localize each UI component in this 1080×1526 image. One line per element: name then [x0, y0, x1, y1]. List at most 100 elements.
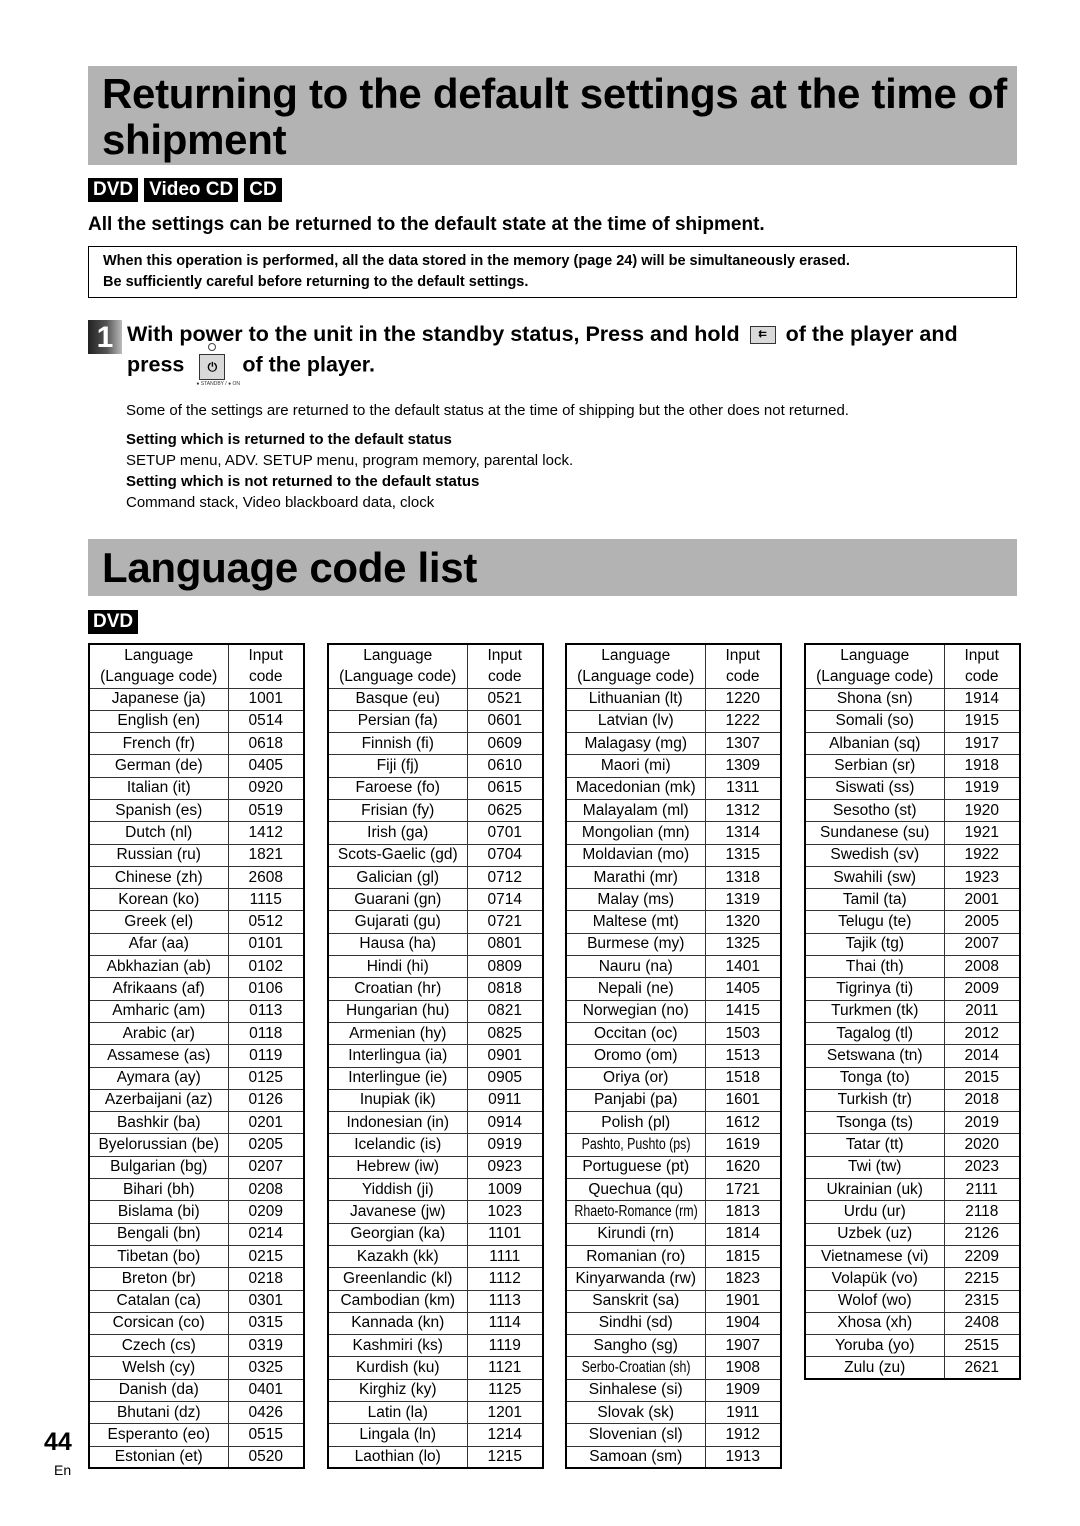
skip-back-button-icon: ⇇	[749, 326, 776, 345]
input-code-cell: 1901	[704, 1289, 782, 1313]
language-cell: Samoan (sm)	[565, 1445, 706, 1469]
language-cell: Aymara (ay)	[88, 1066, 229, 1090]
table-row: Slovenian (sl) 1912	[565, 1423, 782, 1447]
badge-dvd: DVD	[88, 610, 139, 634]
step-text: of the player.	[242, 352, 375, 377]
language-name: Finnish (fi)	[361, 734, 434, 752]
input-code-cell: 1119	[466, 1334, 544, 1358]
table-row: Serbo-Croatian (sh) 1908	[565, 1356, 782, 1380]
table-row: Amharic (am) 0113	[88, 999, 305, 1023]
table-row: Tibetan (bo) 0215	[88, 1244, 305, 1269]
language-cell: Afar (aa)	[88, 932, 229, 957]
table-row: Afrikaans (af) 0106	[88, 977, 305, 1001]
input-code-cell: 0209	[227, 1200, 305, 1224]
table-row: Byelorussian (be) 0205	[88, 1133, 305, 1157]
input-code-cell: 0125	[227, 1066, 305, 1090]
input-code-cell: 1114	[466, 1311, 544, 1336]
table-header-row: Language (Language code) Input code	[88, 643, 305, 689]
language-cell: Javanese (jw)	[327, 1200, 468, 1224]
language-cell: Korean (ko)	[88, 888, 229, 912]
language-cell: Norwegian (no)	[565, 999, 706, 1023]
language-name: Urdu (ur)	[843, 1202, 906, 1220]
warning-line: Be sufficiently careful before returning…	[103, 274, 529, 290]
language-name: Siswati (ss)	[835, 779, 915, 797]
language-cell: Scots-Gaelic (gd)	[327, 843, 468, 867]
table-row: Albanian (sq) 1917	[804, 732, 1021, 756]
table-row: Gujarati (gu) 0721	[327, 910, 544, 934]
language-name: Italian (it)	[126, 779, 191, 797]
language-name: Irish (ga)	[367, 823, 429, 841]
language-name: Welsh (cy)	[122, 1359, 196, 1377]
language-cell: Serbo-Croatian (sh)	[565, 1356, 706, 1380]
table-row: Bulgarian (bg) 0207	[88, 1155, 305, 1180]
language-name: Estonian (et)	[114, 1447, 203, 1465]
header-language-line2: (Language code)	[339, 668, 457, 686]
header-code-line2: code	[487, 668, 522, 686]
input-code-cell: 1513	[704, 1044, 782, 1068]
language-cell: Inupiak (ik)	[327, 1088, 468, 1113]
header-language-line1: Language	[124, 647, 194, 665]
language-name: Danish (da)	[118, 1381, 199, 1399]
language-cell: Byelorussian (be)	[88, 1133, 229, 1157]
language-name: Czech (cs)	[121, 1336, 196, 1354]
language-cell: Arabic (ar)	[88, 1021, 229, 1046]
table-row: Scots-Gaelic (gd) 0704	[327, 843, 544, 867]
language-cell: Malagasy (mg)	[565, 732, 706, 756]
language-cell: Chinese (zh)	[88, 865, 229, 890]
language-cell: Frisian (fy)	[327, 798, 468, 823]
language-name: German (de)	[114, 757, 203, 775]
header-language-line1: Language	[840, 647, 910, 665]
table-row: Bashkir (ba) 0201	[88, 1111, 305, 1135]
language-name: Quechua (qu)	[588, 1180, 684, 1198]
language-name: Kirghiz (ky)	[358, 1381, 437, 1399]
table-row: Catalan (ca) 0301	[88, 1289, 305, 1313]
input-code-cell: 0218	[227, 1267, 305, 1291]
table-header-row: Language (Language code) Input code	[327, 643, 544, 689]
language-name: Wolof (wo)	[837, 1292, 912, 1310]
language-name: Japanese (ja)	[111, 690, 206, 708]
language-name: Afar (aa)	[128, 935, 189, 953]
input-code-cell: 1121	[466, 1356, 544, 1380]
language-name: Twi (tw)	[848, 1158, 902, 1176]
language-name: Volapük (vo)	[831, 1269, 918, 1287]
input-code-cell: 1401	[704, 955, 782, 979]
table-row: Frisian (fy) 0625	[327, 798, 544, 823]
language-name: Slovenian (sl)	[588, 1425, 683, 1443]
input-code-cell: 0712	[466, 865, 544, 890]
language-name: Sangho (sg)	[593, 1336, 678, 1354]
input-code-cell: 1908	[704, 1356, 782, 1380]
language-cell: Japanese (ja)	[88, 687, 229, 711]
language-cell: Xhosa (xh)	[804, 1311, 945, 1336]
language-name: Polish (pl)	[601, 1113, 671, 1131]
table-row: Maltese (mt) 1320	[565, 910, 782, 934]
input-code-cell: 1115	[227, 888, 305, 912]
table-row: Kannada (kn) 1114	[327, 1311, 544, 1336]
language-cell: Panjabi (pa)	[565, 1088, 706, 1113]
table-row: Shona (sn) 1914	[804, 687, 1021, 711]
table-row: Setswana (tn) 2014	[804, 1044, 1021, 1068]
language-cell: Russian (ru)	[88, 843, 229, 867]
input-code-cell: 1920	[943, 798, 1021, 823]
language-cell: Latvian (lv)	[565, 709, 706, 734]
table-row: Kurdish (ku) 1121	[327, 1356, 544, 1380]
language-cell: Hebrew (iw)	[327, 1155, 468, 1180]
table-row: Moldavian (mo) 1315	[565, 843, 782, 867]
language-name: Byelorussian (be)	[98, 1136, 220, 1154]
table-row: Finnish (fi) 0609	[327, 732, 544, 756]
table-row: Bihari (bh) 0208	[88, 1178, 305, 1202]
input-code-cell: 0701	[466, 821, 544, 845]
table-row: Malagasy (mg) 1307	[565, 732, 782, 756]
language-cell: Volapük (vo)	[804, 1267, 945, 1291]
input-code-cell: 1721	[704, 1178, 782, 1202]
input-code-cell: 1325	[704, 932, 782, 957]
table-row: Galician (gl) 0712	[327, 865, 544, 890]
language-cell: Kirghiz (ky)	[327, 1378, 468, 1403]
table-row: Rhaeto-Romance (rm) 1813	[565, 1200, 782, 1224]
language-cell: Burmese (my)	[565, 932, 706, 957]
language-name: Romanian (ro)	[586, 1247, 686, 1265]
table-row: Urdu (ur) 2118	[804, 1200, 1021, 1224]
language-cell: Guarani (gn)	[327, 888, 468, 912]
input-code-cell: 0215	[227, 1244, 305, 1269]
input-code-cell: 1201	[466, 1400, 544, 1425]
input-code-cell: 0914	[466, 1111, 544, 1135]
